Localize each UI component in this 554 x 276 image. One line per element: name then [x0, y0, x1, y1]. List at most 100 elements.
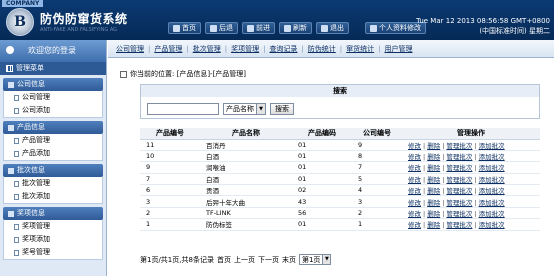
sidebar-item-award-manage[interactable]: 奖项管理	[4, 220, 102, 233]
sidebar-item-label: 批次添加	[22, 192, 50, 200]
grid-icon	[6, 65, 13, 72]
refresh-icon	[284, 24, 291, 32]
add-batch-link[interactable]: 添加批次	[479, 210, 505, 218]
group-award: 奖项信息 奖项管理 奖项添加 奖号管理	[0, 207, 106, 260]
edit-link[interactable]: 修改	[408, 142, 421, 150]
breadcrumb: 你当前的位置: [产品信息]-[产品管理]	[120, 69, 246, 79]
sidebar-item-label: 产品管理	[22, 136, 50, 144]
add-batch-link[interactable]: 添加批次	[479, 153, 505, 161]
delete-link[interactable]: 删除	[427, 153, 440, 161]
tab-diversion-stats[interactable]: 窜货统计	[342, 44, 378, 54]
delete-link[interactable]: 删除	[427, 164, 440, 172]
edit-link[interactable]: 修改	[408, 153, 421, 161]
home-button[interactable]: 首页	[168, 22, 201, 34]
sidebar-item-company-manage[interactable]: 公司管理	[4, 91, 102, 104]
sidebar-item-award-add[interactable]: 奖项添加	[4, 233, 102, 246]
pager-prev[interactable]: 上一页	[234, 255, 255, 265]
add-batch-link[interactable]: 添加批次	[479, 187, 505, 195]
col-product-name: 产品名称	[200, 128, 292, 140]
group-head-award[interactable]: 奖项信息	[3, 207, 103, 220]
exit-button[interactable]: 退出	[316, 22, 349, 34]
delete-link[interactable]: 删除	[427, 221, 440, 229]
cell-company-id: 3	[352, 195, 402, 208]
sidebar-item-label: 奖号管理	[22, 248, 50, 256]
table-row: 10 白酒 01 8 修改 | 删除 | 管理批次 | 添加批次	[140, 150, 540, 163]
search-title: 搜索	[141, 85, 539, 97]
sidebar-item-product-manage[interactable]: 产品管理	[4, 134, 102, 147]
cell-actions: 修改 | 删除 | 管理批次 | 添加批次	[402, 184, 540, 197]
search-field-select[interactable]: 产品名称 ▼	[223, 103, 266, 115]
pager-last[interactable]: 末页	[282, 255, 296, 265]
table-row: 2 TF-LINK 56 2 修改 | 删除 | 管理批次 | 添加批次	[140, 207, 540, 220]
col-product-id: 产品编号	[140, 128, 200, 140]
add-batch-link[interactable]: 添加批次	[479, 199, 505, 207]
manage-batch-link[interactable]: 管理批次	[446, 142, 472, 150]
cell-product-name: TF-LINK	[200, 207, 292, 220]
table-header-row: 产品编号 产品名称 产品编码 公司编号 管理操作	[140, 128, 540, 140]
page-select[interactable]: 第1页 ▼	[298, 254, 332, 265]
group-head-company[interactable]: 公司信息	[3, 78, 103, 91]
sidebar-item-batch-add[interactable]: 批次添加	[4, 190, 102, 203]
document-icon	[14, 193, 19, 200]
manage-batch-link[interactable]: 管理批次	[446, 221, 472, 229]
tab-company[interactable]: 公司管理	[112, 44, 148, 54]
edit-link[interactable]: 修改	[408, 221, 421, 229]
edit-link[interactable]: 修改	[408, 199, 421, 207]
refresh-button[interactable]: 刷新	[279, 22, 312, 34]
tab-award[interactable]: 奖项管理	[227, 44, 263, 54]
manage-batch-link[interactable]: 管理批次	[446, 176, 472, 184]
delete-link[interactable]: 删除	[427, 176, 440, 184]
pager: 第1页/共1页,共8条记录 首页 上一页 下一页 末页 第1页 ▼	[140, 254, 332, 265]
cell-product-id: 1	[140, 218, 200, 231]
add-batch-link[interactable]: 添加批次	[479, 164, 505, 172]
manage-batch-link[interactable]: 管理批次	[446, 187, 472, 195]
tab-query-log[interactable]: 查询记录	[265, 44, 301, 54]
pager-next[interactable]: 下一页	[258, 255, 279, 265]
cell-product-code: 56	[292, 207, 352, 220]
manage-batch-link[interactable]: 管理批次	[446, 210, 472, 218]
cell-company-id: 9	[352, 139, 402, 151]
welcome-text: 欢迎您的登录	[28, 46, 76, 55]
tab-batch[interactable]: 批次管理	[189, 44, 225, 54]
cell-actions: 修改 | 删除 | 管理批次 | 添加批次	[402, 150, 540, 163]
tab-product[interactable]: 产品管理	[150, 44, 186, 54]
tab-users[interactable]: 用户管理	[381, 44, 417, 54]
search-input[interactable]	[147, 103, 219, 115]
manage-batch-link[interactable]: 管理批次	[446, 199, 472, 207]
document-icon	[14, 107, 19, 114]
breadcrumb-text: 你当前的位置: [产品信息]-[产品管理]	[130, 70, 247, 78]
delete-link[interactable]: 删除	[427, 199, 440, 207]
folder-icon	[8, 81, 14, 88]
manage-batch-link[interactable]: 管理批次	[446, 153, 472, 161]
sidebar-item-label: 奖项管理	[22, 222, 50, 230]
cell-actions: 修改 | 删除 | 管理批次 | 添加批次	[402, 195, 540, 208]
cell-company-id: 5	[352, 173, 402, 186]
table-row: 6 贡酒 02 4 修改 | 删除 | 管理批次 | 添加批次	[140, 184, 540, 197]
back-button[interactable]: 后退	[205, 22, 238, 34]
add-batch-link[interactable]: 添加批次	[479, 142, 505, 150]
delete-link[interactable]: 删除	[427, 187, 440, 195]
group-head-product[interactable]: 产品信息	[3, 121, 103, 134]
edit-link[interactable]: 修改	[408, 187, 421, 195]
edit-link[interactable]: 修改	[408, 210, 421, 218]
pager-first[interactable]: 首页	[217, 255, 231, 265]
document-icon	[14, 180, 19, 187]
cell-product-name: 白酒	[200, 173, 292, 186]
add-batch-link[interactable]: 添加批次	[479, 221, 505, 229]
sidebar-item-company-add[interactable]: 公司添加	[4, 104, 102, 117]
tab-anti-fake-stats[interactable]: 防伪统计	[304, 44, 340, 54]
group-batch: 批次信息 批次管理 批次添加	[0, 164, 106, 204]
manage-batch-link[interactable]: 管理批次	[446, 164, 472, 172]
group-head-batch[interactable]: 批次信息	[3, 164, 103, 177]
sidebar-item-batch-manage[interactable]: 批次管理	[4, 177, 102, 190]
delete-link[interactable]: 删除	[427, 210, 440, 218]
sidebar-item-award-number[interactable]: 奖号管理	[4, 246, 102, 259]
edit-link[interactable]: 修改	[408, 164, 421, 172]
delete-link[interactable]: 删除	[427, 142, 440, 150]
home-label: 首页	[182, 24, 196, 32]
add-batch-link[interactable]: 添加批次	[479, 176, 505, 184]
forward-button[interactable]: 前进	[242, 22, 275, 34]
sidebar-item-product-add[interactable]: 产品添加	[4, 147, 102, 160]
edit-link[interactable]: 修改	[408, 176, 421, 184]
search-button[interactable]: 搜索	[270, 103, 294, 115]
